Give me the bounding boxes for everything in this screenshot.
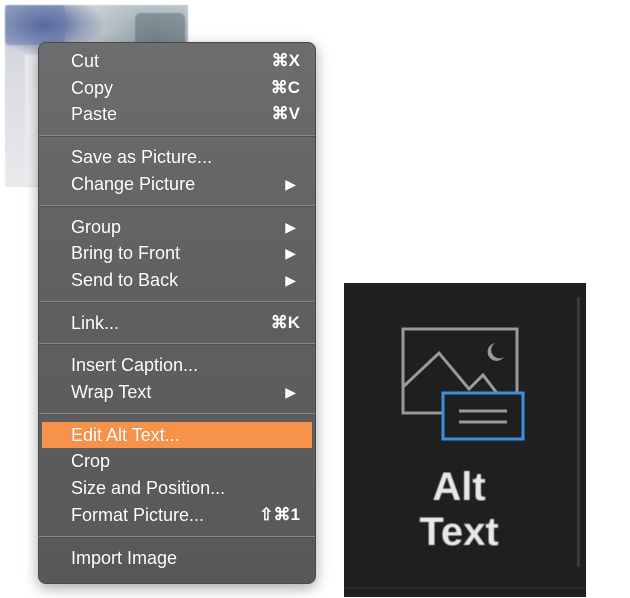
menu-separator [39,300,315,302]
alt-text-panel: Alt Text [344,283,586,597]
keyboard-shortcut: ⌘C [270,77,300,97]
menu-separator [39,343,315,345]
menu-item-label: Send to Back [71,269,179,290]
menu-item-wrap-text[interactable]: Wrap Text ▶ [42,379,312,405]
submenu-arrow-icon: ▶ [285,245,296,262]
menu-item-label: Save as Picture... [71,147,213,168]
submenu-arrow-icon: ▶ [285,175,296,192]
menu-item-save-as-picture[interactable]: Save as Picture... [42,144,312,170]
menu-separator [39,135,315,137]
menu-item-label: Edit Alt Text... [71,424,180,445]
menu-item-label: Copy [71,77,114,98]
keyboard-shortcut: ⌘K [270,312,300,332]
menu-item-label: Crop [71,451,111,472]
menu-separator [39,535,315,537]
menu-item-bring-to-front[interactable]: Bring to Front ▶ [42,240,312,266]
menu-item-send-to-back[interactable]: Send to Back ▶ [42,267,312,293]
menu-item-format-picture[interactable]: Format Picture... ⇧⌘1 [42,502,312,528]
menu-item-import-image[interactable]: Import Image [42,545,312,571]
menu-item-edit-alt-text[interactable]: Edit Alt Text... [42,421,312,448]
menu-item-label: Bring to Front [71,243,181,264]
divider [344,587,586,589]
submenu-arrow-icon: ▶ [285,384,296,400]
menu-item-label: Group [71,216,122,237]
keyboard-shortcut: ⇧⌘1 [259,504,300,524]
menu-item-crop[interactable]: Crop [42,448,312,474]
menu-separator [39,412,315,414]
menu-item-link[interactable]: Link... ⌘K [42,310,312,336]
menu-item-label: Wrap Text [71,382,152,402]
menu-item-label: Size and Position... [71,478,226,499]
menu-item-copy[interactable]: Copy ⌘C [42,75,312,101]
picture-region [5,5,65,45]
submenu-arrow-icon: ▶ [285,271,296,288]
menu-item-insert-caption[interactable]: Insert Caption... [42,352,312,378]
scrollbar[interactable] [577,297,580,567]
menu-item-paste[interactable]: Paste ⌘V [42,101,312,127]
menu-item-cut[interactable]: Cut ⌘X [42,48,312,74]
alt-text-image-icon [401,327,525,441]
menu-item-label: Paste [71,104,118,125]
menu-item-label: Import Image [71,547,178,568]
menu-item-size-and-position[interactable]: Size and Position... [42,475,312,501]
alt-text-label-line1: Alt [432,465,486,509]
menu-item-label: Format Picture... [71,504,205,525]
alt-text-label-line2: Text [419,510,499,554]
keyboard-shortcut: ⌘X [271,51,300,70]
menu-item-label: Insert Caption... [71,355,199,376]
menu-item-label: Cut [71,51,100,71]
menu-item-label: Link... [71,312,120,333]
menu-separator [39,204,315,206]
keyboard-shortcut: ⌘V [271,104,300,124]
menu-item-label: Change Picture [71,173,196,194]
submenu-arrow-icon: ▶ [285,218,296,235]
menu-item-change-picture[interactable]: Change Picture ▶ [42,171,312,197]
menu-item-group[interactable]: Group ▶ [42,214,312,240]
context-menu: Cut ⌘X Copy ⌘C Paste ⌘V Save as Picture... Chan… [38,42,316,584]
